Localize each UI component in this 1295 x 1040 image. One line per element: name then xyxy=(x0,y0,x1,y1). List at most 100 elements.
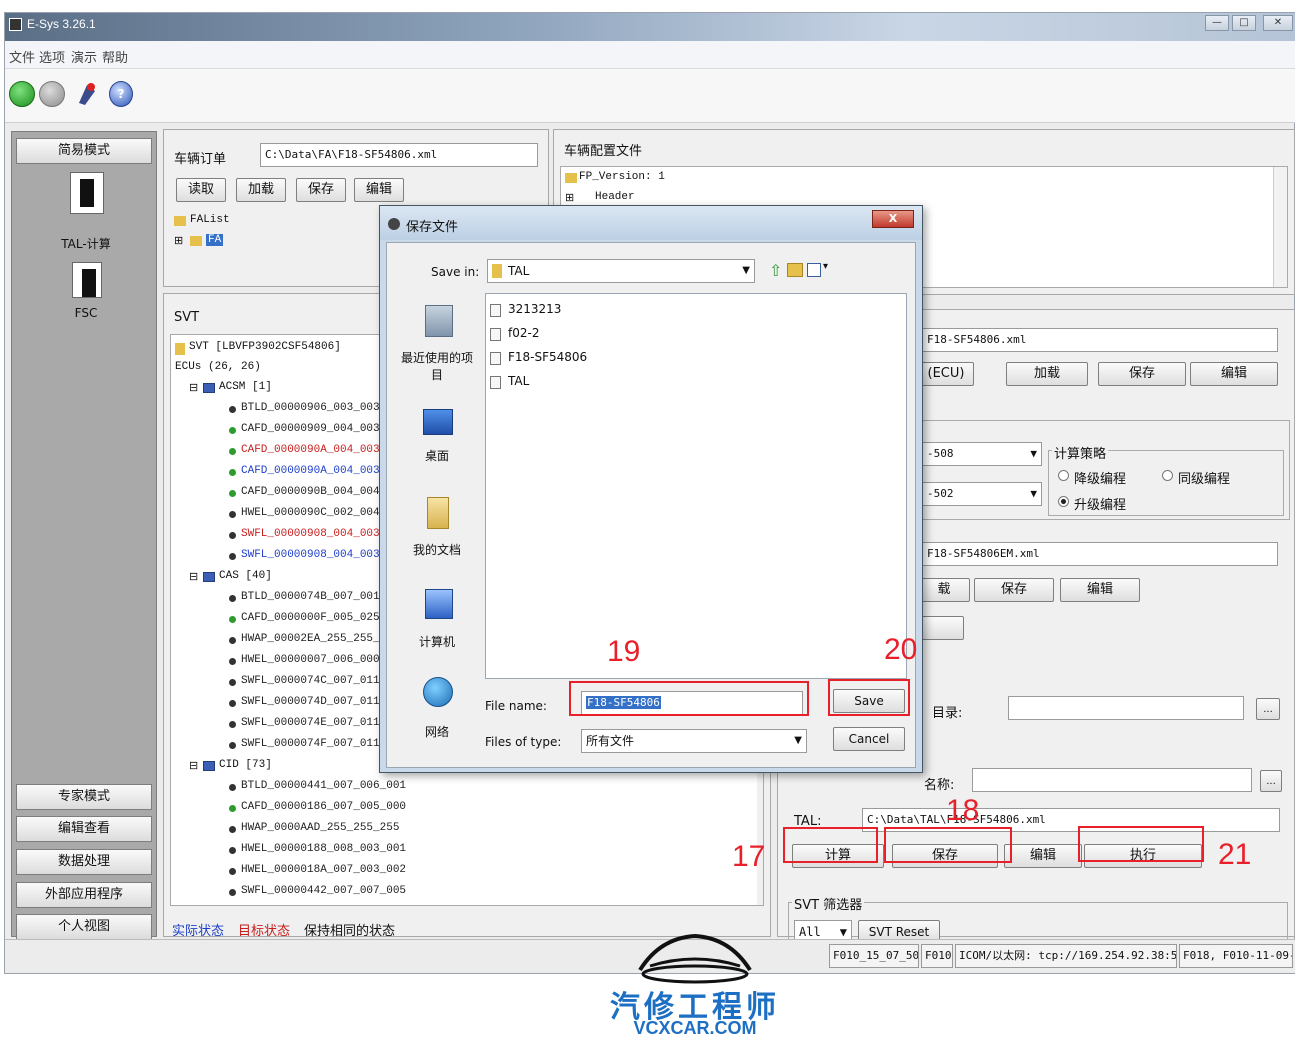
maximize-button[interactable]: □ xyxy=(1232,15,1256,31)
ecu-group-node[interactable]: CID [73] xyxy=(219,759,272,771)
sgbm-node[interactable]: SWFL_0000074D_007_011_00 xyxy=(241,696,399,708)
vehicle-order-path-field[interactable]: C:\Data\FA\F18-SF54806.xml xyxy=(260,143,538,167)
file-type-select[interactable]: 所有文件 ▼ xyxy=(581,729,807,753)
chevron-down-icon[interactable]: ▾ xyxy=(823,261,828,272)
edit-view-button[interactable]: 编辑查看 xyxy=(16,816,152,842)
sgbm-node[interactable]: HWEL_00000188_008_003_001 xyxy=(241,843,406,855)
ecu-group-node[interactable]: ACSM [1] xyxy=(219,381,272,393)
dialog-close-button[interactable]: X xyxy=(872,210,914,228)
forward-arrow-icon[interactable] xyxy=(39,81,65,107)
same-level-radio[interactable] xyxy=(1162,470,1173,481)
menu-demo[interactable]: 演示 xyxy=(71,47,97,66)
help-icon[interactable]: ? xyxy=(109,81,133,107)
back-arrow-icon[interactable] xyxy=(9,81,35,107)
svt-root-node[interactable]: SVT [LBVFP3902CSF54806] xyxy=(189,341,341,353)
same-level-label: 同级编程 xyxy=(1178,472,1231,487)
documents-label[interactable]: 我的文档 xyxy=(397,541,477,558)
name-field[interactable] xyxy=(972,768,1252,792)
browse-dir-button[interactable]: ... xyxy=(1256,698,1280,720)
save-button[interactable]: 保存 xyxy=(974,578,1054,602)
menu-options[interactable]: 选项 xyxy=(39,47,65,66)
scrollbar[interactable] xyxy=(1273,167,1287,287)
sgbm-node[interactable]: SWFL_00000442_007_007_005 xyxy=(241,885,406,897)
sgbm-node[interactable]: SWFL_00000908_004_003_00 xyxy=(241,549,399,561)
network-label[interactable]: 网络 xyxy=(397,723,477,740)
load-button[interactable]: 载 xyxy=(918,578,970,602)
sgbm-node[interactable]: SWFL_00000908_004_003_00 xyxy=(241,528,399,540)
fa-node[interactable]: FA xyxy=(206,234,224,246)
target-istufe-combo[interactable]: -502 ▼ xyxy=(922,482,1042,506)
load-button[interactable]: 加载 xyxy=(1006,362,1088,386)
close-window-button[interactable]: ✕ xyxy=(1263,15,1293,31)
minimize-button[interactable]: — xyxy=(1205,15,1229,31)
personal-view-button[interactable]: 个人视图 xyxy=(16,914,152,940)
recent-items-label[interactable]: 最近使用的项目 xyxy=(397,349,477,383)
sgbm-node[interactable]: BTLD_0000074B_007_001_00 xyxy=(241,591,399,603)
menu-help[interactable]: 帮助 xyxy=(102,47,128,66)
sgbm-node[interactable]: SWFL_0000074C_007_011_00 xyxy=(241,675,399,687)
collapse-icon[interactable]: ⊟ xyxy=(189,570,198,584)
sgbm-node[interactable]: SWFL_0000074E_007_011_00 xyxy=(241,717,399,729)
desktop-icon[interactable] xyxy=(423,409,453,435)
header-node[interactable]: Header xyxy=(595,191,635,203)
annotation-20: 20 xyxy=(884,633,918,666)
connect-icon[interactable] xyxy=(75,81,99,107)
load-button[interactable]: 加载 xyxy=(236,178,286,202)
sgbm-node[interactable]: SWFL_0000074F_007_011_00 xyxy=(241,738,399,750)
ecus-node[interactable]: ECUs (26, 26) xyxy=(175,361,261,373)
ecu-button[interactable]: (ECU) xyxy=(918,362,974,386)
edit-button[interactable]: 编辑 xyxy=(354,178,404,202)
collapse-icon[interactable]: ⊟ xyxy=(189,381,198,395)
recent-items-icon[interactable] xyxy=(425,305,453,337)
fp-path-field[interactable]: F18-SF54806.xml xyxy=(922,328,1278,352)
read-button[interactable]: 读取 xyxy=(176,178,226,202)
documents-icon[interactable] xyxy=(427,497,449,529)
downgrade-radio[interactable] xyxy=(1058,470,1069,481)
sgbm-node[interactable]: HWEL_00000007_006_000_00 xyxy=(241,654,399,666)
fa-list-node[interactable]: FAList xyxy=(190,214,230,226)
view-menu-icon[interactable] xyxy=(807,263,821,277)
sgbm-node[interactable]: BTLD_00000441_007_006_001 xyxy=(241,780,406,792)
computer-icon[interactable] xyxy=(425,589,453,619)
save-button[interactable]: 保存 xyxy=(296,178,346,202)
sgbm-node[interactable]: BTLD_00000906_003_003_00 xyxy=(241,402,399,414)
sgbm-node[interactable]: HWAP_0000AAD_255_255_255 xyxy=(241,822,399,834)
sgbm-node[interactable]: CAFD_00000909_004_003_00 xyxy=(241,423,399,435)
sgbm-node[interactable]: HWAP_00002EA_255_255_25 xyxy=(241,633,393,645)
extra-button[interactable] xyxy=(918,616,964,640)
browse-name-button[interactable]: ... xyxy=(1260,770,1282,792)
network-icon[interactable] xyxy=(423,677,453,707)
em-path-field[interactable]: F18-SF54806EM.xml xyxy=(922,542,1278,566)
sgbm-node[interactable]: CAFD_00000186_007_005_000 xyxy=(241,801,406,813)
sgbm-node[interactable]: CAFD_0000090A_004_003_05 xyxy=(241,465,399,477)
sgbm-node[interactable]: HWEL_0000090C_002_004_00 xyxy=(241,507,399,519)
save-button[interactable]: 保存 xyxy=(1098,362,1186,386)
dir-field[interactable] xyxy=(1008,696,1244,720)
simple-mode-button[interactable]: 简易模式 xyxy=(16,138,152,164)
upgrade-radio[interactable] xyxy=(1058,496,1069,507)
sgbm-node[interactable]: HWEL_0000018A_007_003_002 xyxy=(241,864,406,876)
computer-label[interactable]: 计算机 xyxy=(397,633,477,650)
external-apps-button[interactable]: 外部应用程序 xyxy=(16,882,152,908)
sgbm-node[interactable]: CAFD_0000090A_004_003_05 xyxy=(241,444,399,456)
new-folder-icon[interactable] xyxy=(787,263,803,277)
sgbm-node[interactable]: CAFD_0000090B_004_004_01 xyxy=(241,486,399,498)
up-folder-icon[interactable]: ⇧ xyxy=(769,261,783,280)
ecu-icon xyxy=(203,761,215,771)
sgbm-node[interactable]: CAFD_0000000F_005_025_05 xyxy=(241,612,399,624)
edit-button[interactable]: 编辑 xyxy=(1060,578,1140,602)
dialog-cancel-button[interactable]: Cancel xyxy=(833,727,905,751)
edit-button[interactable]: 编辑 xyxy=(1190,362,1278,386)
expert-mode-button[interactable]: 专家模式 xyxy=(16,784,152,810)
expand-icon[interactable]: ⊞ xyxy=(565,191,574,205)
save-in-combo[interactable]: TAL ▼ xyxy=(487,259,755,283)
desktop-label[interactable]: 桌面 xyxy=(397,447,477,464)
tal-edit-button[interactable]: 编辑 xyxy=(1004,844,1082,868)
fp-version-node[interactable]: FP_Version: 1 xyxy=(579,171,665,183)
data-processing-button[interactable]: 数据处理 xyxy=(16,849,152,875)
collapse-icon[interactable]: ⊟ xyxy=(189,759,198,773)
menu-file[interactable]: 文件 xyxy=(9,47,35,66)
expand-icon[interactable]: ⊞ xyxy=(174,234,183,248)
istufe-combo[interactable]: -508 ▼ xyxy=(922,442,1042,466)
ecu-group-node[interactable]: CAS [40] xyxy=(219,570,272,582)
